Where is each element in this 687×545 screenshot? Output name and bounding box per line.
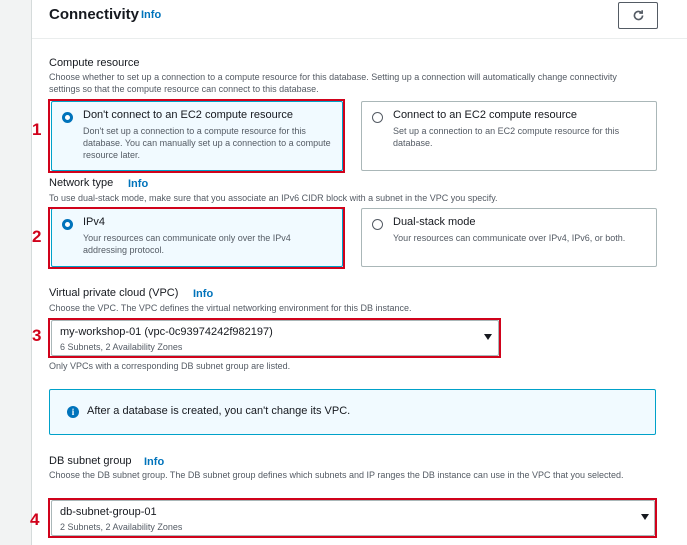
highlight-box-2: [48, 207, 345, 269]
tile-description: Set up a connection to an EC2 compute re…: [393, 126, 620, 148]
vpc-hint: Only VPCs with a corresponding DB subnet…: [49, 361, 291, 371]
vpc-description: Choose the VPC. The VPC defines the virt…: [49, 303, 412, 313]
network-type-description: To use dual-stack mode, make sure that y…: [49, 193, 498, 203]
annotation-number-1: 1: [32, 120, 42, 139]
annotation-number-3: 3: [32, 326, 42, 345]
subnet-group-label: DB subnet group: [49, 455, 132, 467]
subnet-info-link[interactable]: Info: [144, 456, 164, 468]
info-link[interactable]: Info: [141, 9, 161, 21]
tile-title: Connect to an EC2 compute resource: [393, 109, 578, 121]
radio-dual-stack[interactable]: [372, 219, 383, 230]
panel-title: Connectivity: [49, 6, 140, 23]
tile-title: Dual-stack mode: [393, 216, 476, 228]
subnet-group-description: Choose the DB subnet group. The DB subne…: [49, 470, 624, 480]
network-info-link[interactable]: Info: [128, 178, 148, 190]
connectivity-panel: Connectivity Info Compute resource Choos…: [31, 0, 687, 545]
panel-header: Connectivity Info: [32, 0, 687, 39]
compute-resource-label: Compute resource: [49, 57, 140, 69]
highlight-box-1: [48, 99, 345, 173]
annotation-number-4: 4: [30, 510, 40, 529]
vpc-info-alert: i After a database is created, you can't…: [49, 389, 656, 435]
compute-resource-description: Choose whether to set up a connection to…: [49, 72, 617, 94]
network-type-label: Network type: [49, 177, 114, 189]
alert-text: After a database is created, you can't c…: [87, 405, 351, 417]
tile-connect-ec2[interactable]: Connect to an EC2 compute resource Set u…: [361, 101, 657, 171]
info-icon: i: [67, 406, 79, 418]
highlight-box-4: [48, 498, 657, 538]
radio-connect-ec2[interactable]: [372, 112, 383, 123]
refresh-button[interactable]: [618, 2, 658, 29]
highlight-box-3: [48, 318, 501, 358]
tile-dual-stack[interactable]: Dual-stack mode Your resources can commu…: [361, 208, 657, 267]
refresh-icon: [633, 10, 643, 21]
annotation-number-2: 2: [32, 227, 42, 246]
vpc-info-link[interactable]: Info: [193, 288, 213, 300]
vpc-label: Virtual private cloud (VPC): [49, 287, 179, 299]
tile-description: Your resources can communicate over IPv4…: [393, 233, 626, 243]
